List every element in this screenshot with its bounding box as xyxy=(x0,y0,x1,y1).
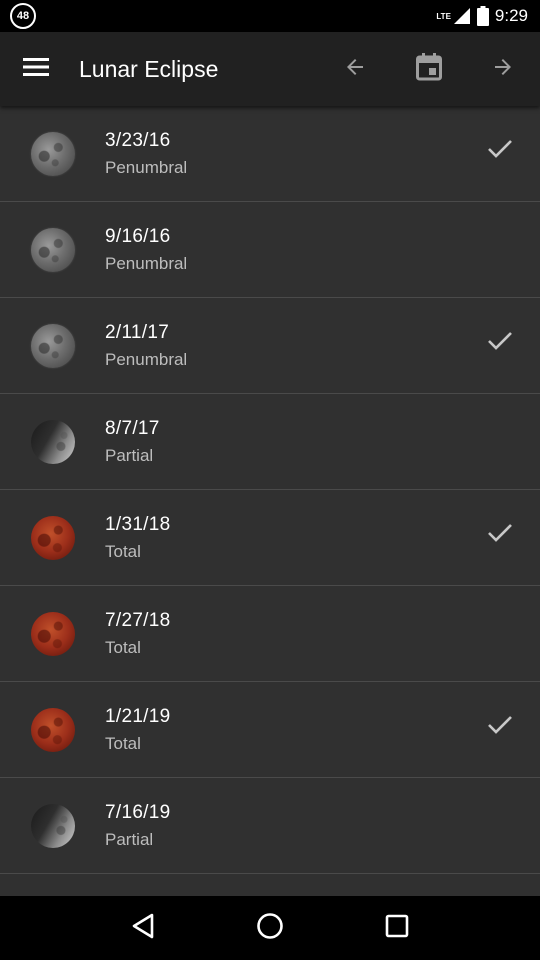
eclipse-date: 7/16/19 xyxy=(105,802,171,823)
eclipse-type: Penumbral xyxy=(105,350,188,369)
menu-icon xyxy=(23,57,49,82)
list-item[interactable]: 1/21/19 Total xyxy=(0,682,540,778)
eclipse-type: Total xyxy=(105,542,141,561)
list-item[interactable]: 9/16/16 Penumbral xyxy=(0,202,540,298)
eclipse-list: 3/23/16 Penumbral 9/16/16 Penumbral 2/11… xyxy=(0,106,540,896)
arrow-back-icon xyxy=(343,55,367,84)
nav-home-button[interactable] xyxy=(240,896,300,960)
eclipse-date: 7/27/18 xyxy=(105,610,171,631)
moon-penumbral-icon xyxy=(30,227,75,272)
eclipse-date: 1/31/18 xyxy=(105,514,171,535)
eclipse-date: 2/11/17 xyxy=(105,322,170,343)
checkmark-icon[interactable] xyxy=(460,677,540,773)
moon-total-icon xyxy=(30,515,75,560)
next-button[interactable] xyxy=(466,32,540,106)
check-slot[interactable] xyxy=(460,389,540,485)
status-bar: 48 LTE 9:29 xyxy=(0,0,540,32)
page-title: Lunar Eclipse xyxy=(79,55,219,82)
eclipse-type: Penumbral xyxy=(105,158,188,177)
moon-penumbral-icon xyxy=(30,323,75,368)
moon-penumbral-icon xyxy=(30,131,75,176)
eclipse-type: Partial xyxy=(105,830,154,849)
checkmark-icon[interactable] xyxy=(460,293,540,389)
network-type-label: LTE xyxy=(436,12,451,21)
recents-square-icon xyxy=(385,914,409,943)
eclipse-date: 3/23/16 xyxy=(105,130,171,151)
eclipse-date: 1/21/19 xyxy=(105,706,171,727)
eclipse-date: 8/7/17 xyxy=(105,418,160,439)
moon-total-icon xyxy=(30,707,75,752)
list-item[interactable]: 1/31/18 Total xyxy=(0,490,540,586)
moon-total-icon xyxy=(30,611,75,656)
menu-button[interactable] xyxy=(0,32,72,106)
moon-partial-icon xyxy=(30,419,75,464)
clock: 9:29 xyxy=(494,6,528,25)
signal-icon xyxy=(453,7,471,25)
calendar-icon xyxy=(416,52,442,86)
nav-recents-button[interactable] xyxy=(367,896,427,960)
checkmark-icon[interactable] xyxy=(460,485,540,581)
list-item[interactable]: 7/16/19 Partial xyxy=(0,778,540,874)
eclipse-type: Partial xyxy=(105,446,154,465)
list-item[interactable]: 3/23/16 Penumbral xyxy=(0,106,540,202)
eclipse-type: Total xyxy=(105,734,141,753)
eclipse-type: Penumbral xyxy=(105,254,188,273)
list-item[interactable]: 7/27/18 Total xyxy=(0,586,540,682)
home-circle-icon xyxy=(256,912,284,945)
previous-button[interactable] xyxy=(318,32,392,106)
checkmark-icon[interactable] xyxy=(460,106,540,197)
nav-back-button[interactable] xyxy=(113,896,173,960)
arrow-forward-icon xyxy=(491,55,515,84)
list-item[interactable]: 2/11/17 Penumbral xyxy=(0,298,540,394)
notification-badge-icon: 48 xyxy=(10,3,36,29)
eclipse-date: 9/16/16 xyxy=(105,226,171,247)
check-slot[interactable] xyxy=(460,197,540,293)
system-nav-bar xyxy=(0,896,540,960)
moon-partial-icon xyxy=(30,803,75,848)
battery-icon xyxy=(476,6,489,26)
check-slot[interactable] xyxy=(460,581,540,677)
back-triangle-icon xyxy=(131,913,155,944)
list-item[interactable]: 8/7/17 Partial xyxy=(0,394,540,490)
calendar-button[interactable] xyxy=(392,32,466,106)
check-slot[interactable] xyxy=(460,773,540,869)
app-bar: Lunar Eclipse xyxy=(0,32,540,106)
eclipse-type: Total xyxy=(105,638,141,657)
